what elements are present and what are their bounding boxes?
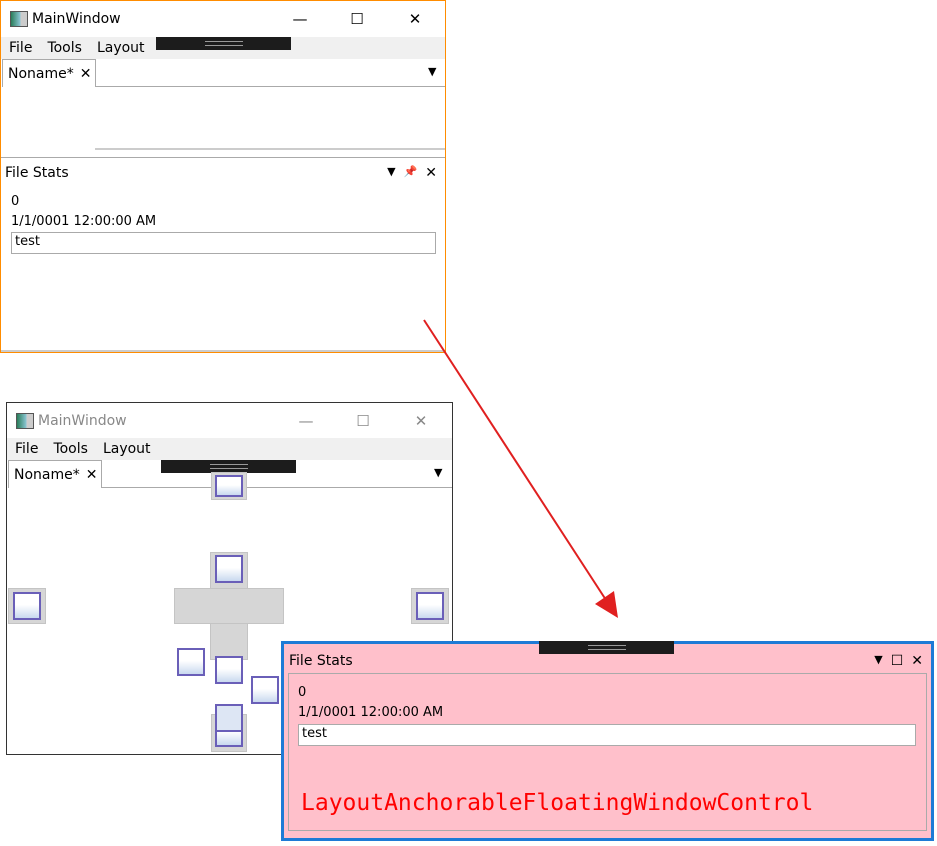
drag-handle[interactable] <box>539 641 674 654</box>
test-textbox[interactable]: test <box>298 724 916 746</box>
count-text: 0 <box>298 685 307 700</box>
annotation-label: LayoutAnchorableFloatingWindowControl <box>301 790 814 816</box>
dropdown-icon[interactable]: ▼ <box>874 653 882 669</box>
floating-content: 0 1/1/0001 12:00:00 AM test LayoutAnchor… <box>288 673 927 831</box>
pane-title: File Stats <box>289 653 353 669</box>
maximize-icon[interactable]: ☐ <box>891 653 904 669</box>
date-text: 1/1/0001 12:00:00 AM <box>298 705 444 720</box>
floating-window: File Stats ▼ ☐ ✕ 0 1/1/0001 12:00:00 AM … <box>281 641 934 841</box>
close-icon[interactable]: ✕ <box>911 653 923 669</box>
